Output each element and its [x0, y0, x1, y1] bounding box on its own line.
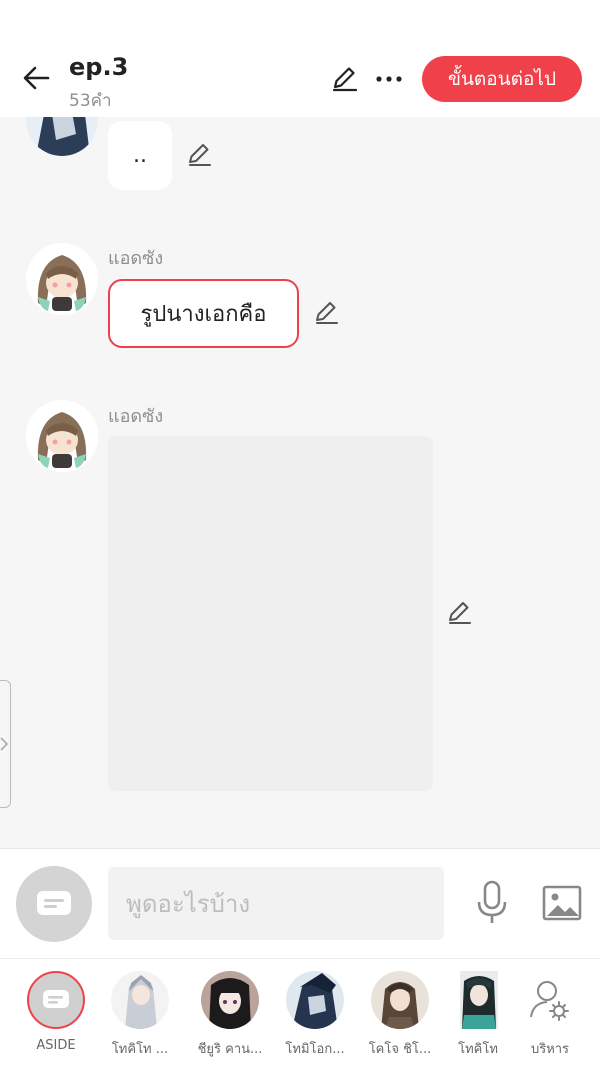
pencil-icon: [332, 67, 358, 92]
edit-message-button[interactable]: [313, 299, 341, 327]
side-drawer-handle[interactable]: [0, 680, 11, 808]
pencil-icon: [316, 302, 338, 324]
pencil-icon: [449, 602, 471, 624]
character-item[interactable]: โทมิโอก...: [275, 971, 355, 1063]
character-name: โทคิโท: [458, 1042, 498, 1057]
voice-input-button[interactable]: [472, 879, 512, 927]
avatar: [27, 971, 85, 1029]
manage-characters-button[interactable]: บริหาร: [510, 971, 590, 1063]
arrow-left-icon: [23, 66, 50, 90]
character-item[interactable]: โทคิโท: [438, 971, 518, 1063]
character-selector: ASIDE โทคิโท ... ชียูริ คาน... โทมิโอก..…: [0, 958, 600, 1067]
message-input[interactable]: [108, 867, 444, 940]
back-button[interactable]: [18, 60, 54, 96]
character-name: ASIDE: [36, 1038, 76, 1053]
aside-mode-button[interactable]: [16, 866, 92, 942]
edit-message-button[interactable]: [186, 141, 214, 169]
next-step-button[interactable]: ขั้นตอนต่อไป: [422, 56, 582, 102]
character-item[interactable]: โทคิโท ...: [100, 971, 180, 1063]
character-name: โทมิโอก...: [285, 1042, 345, 1057]
chevron-right-icon: [0, 737, 8, 751]
edit-title-button[interactable]: [328, 62, 362, 96]
character-item[interactable]: โคโจ ชิโ...: [360, 971, 440, 1063]
character-name: โทคิโท ...: [111, 1042, 169, 1057]
character-name: ชียูริ คาน...: [197, 1042, 263, 1057]
episode-title: ep.3: [69, 53, 129, 81]
message-text: รูปนางเอกคือ: [140, 302, 267, 327]
pencil-icon: [189, 144, 211, 166]
avatar[interactable]: [26, 400, 98, 472]
message-bubble[interactable]: ..: [108, 121, 172, 190]
avatar[interactable]: [26, 243, 98, 315]
character-item[interactable]: ชียูริ คาน...: [190, 971, 270, 1063]
image-message[interactable]: [108, 436, 433, 791]
word-count: 53คำ: [69, 91, 112, 111]
message-composer: [0, 848, 600, 958]
avatar: [521, 971, 579, 1029]
character-aside[interactable]: ASIDE: [16, 971, 96, 1063]
more-horizontal-icon: [376, 76, 402, 82]
chat-area[interactable]: .. แอดซัง รูปนางเอกคือ แอดซัง: [0, 117, 600, 848]
sender-name: แอดซัง: [108, 248, 164, 269]
avatar: [460, 971, 498, 1029]
avatar[interactable]: [26, 117, 98, 156]
image-icon: [542, 885, 582, 921]
attach-image-button[interactable]: [540, 881, 584, 925]
character-name: บริหาร: [530, 1042, 570, 1057]
sender-name: แอดซัง: [108, 406, 164, 427]
message-bubble[interactable]: รูปนางเอกคือ: [108, 279, 299, 348]
avatar: [286, 971, 344, 1029]
avatar: [371, 971, 429, 1029]
chat-bubble-icon: [43, 990, 69, 1008]
user-settings-icon: [530, 981, 569, 1021]
edit-message-button[interactable]: [446, 599, 474, 627]
message-text: ..: [133, 143, 147, 168]
top-bar: ep.3 53คำ ขั้นตอนต่อไป: [0, 0, 600, 117]
more-options-button[interactable]: [372, 62, 406, 96]
microphone-icon: [477, 880, 507, 923]
character-name: โคโจ ชิโ...: [368, 1042, 432, 1057]
chat-bubble-icon: [37, 891, 71, 915]
avatar: [201, 971, 259, 1029]
avatar: [111, 971, 169, 1029]
